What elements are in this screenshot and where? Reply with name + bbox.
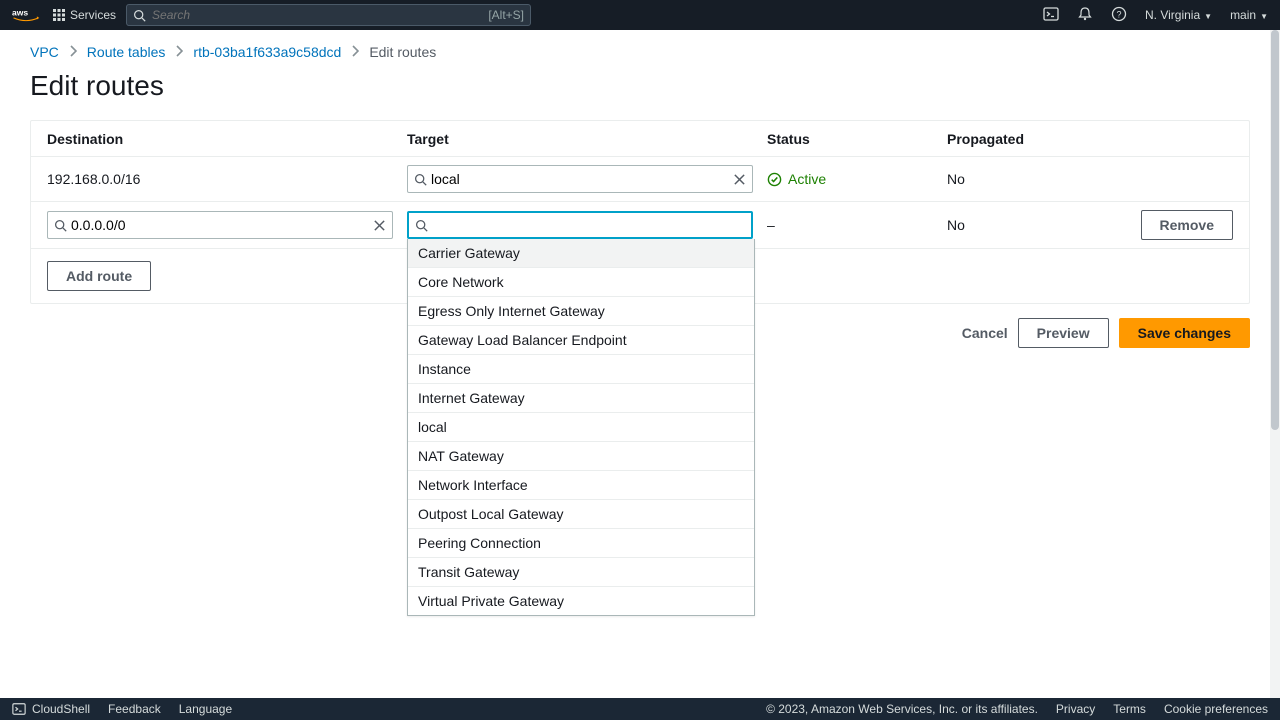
search-icon [133, 9, 146, 22]
col-destination: Destination [47, 131, 407, 147]
col-target: Target [407, 131, 767, 147]
footer-language[interactable]: Language [179, 702, 232, 716]
aws-logo[interactable]: aws [12, 6, 40, 25]
breadcrumb-route-tables[interactable]: Route tables [87, 44, 166, 60]
target-option[interactable]: Core Network [408, 267, 754, 296]
status-value: – [767, 217, 947, 233]
target-dropdown: Carrier Gateway Core Network Egress Only… [407, 239, 755, 616]
target-input[interactable] [428, 217, 745, 233]
target-option[interactable]: Egress Only Internet Gateway [408, 296, 754, 325]
breadcrumb-rtb-id[interactable]: rtb-03ba1f633a9c58dcd [193, 44, 341, 60]
destination-combo[interactable] [47, 211, 393, 239]
preview-button[interactable]: Preview [1018, 318, 1109, 348]
search-icon [414, 173, 427, 186]
account-selector[interactable]: main▼ [1230, 8, 1268, 22]
footer-cloudshell[interactable]: CloudShell [12, 702, 90, 716]
vertical-scrollbar[interactable] [1270, 30, 1280, 698]
global-search[interactable]: [Alt+S] [126, 4, 531, 26]
target-option[interactable]: Network Interface [408, 470, 754, 499]
footer: CloudShell Feedback Language © 2023, Ama… [0, 698, 1280, 720]
footer-terms[interactable]: Terms [1113, 702, 1146, 716]
svg-text:aws: aws [12, 7, 28, 17]
breadcrumb-vpc[interactable]: VPC [30, 44, 59, 60]
target-option[interactable]: Internet Gateway [408, 383, 754, 412]
footer-copyright: © 2023, Amazon Web Services, Inc. or its… [766, 702, 1038, 716]
target-option[interactable]: Instance [408, 354, 754, 383]
target-combo[interactable] [407, 165, 753, 193]
help-icon[interactable]: ? [1111, 6, 1127, 25]
target-option[interactable]: Peering Connection [408, 528, 754, 557]
cloudshell-icon[interactable] [1043, 6, 1059, 25]
routes-table: Destination Target Status Propagated 192… [30, 120, 1250, 304]
search-icon [54, 219, 67, 232]
footer-cookie[interactable]: Cookie preferences [1164, 702, 1268, 716]
target-option[interactable]: NAT Gateway [408, 441, 754, 470]
destination-text: 192.168.0.0/16 [47, 171, 407, 187]
add-route-button[interactable]: Add route [47, 261, 151, 291]
col-propagated: Propagated [947, 131, 1067, 147]
target-combo[interactable] [407, 211, 753, 239]
notifications-icon[interactable] [1077, 6, 1093, 25]
page-title: Edit routes [0, 64, 1280, 120]
target-option[interactable]: Carrier Gateway [408, 239, 754, 267]
top-nav: aws Services [Alt+S] ? N. Virginia▼ main… [0, 0, 1280, 30]
chevron-right-icon [175, 44, 183, 60]
destination-input[interactable] [67, 217, 373, 233]
target-option[interactable]: Outpost Local Gateway [408, 499, 754, 528]
breadcrumb: VPC Route tables rtb-03ba1f633a9c58dcd E… [0, 30, 1280, 64]
services-grid-icon[interactable] [52, 8, 66, 22]
target-option[interactable]: Transit Gateway [408, 557, 754, 586]
footer-feedback[interactable]: Feedback [108, 702, 161, 716]
target-option[interactable]: Virtual Private Gateway [408, 586, 754, 615]
services-link[interactable]: Services [70, 8, 116, 22]
breadcrumb-current: Edit routes [369, 44, 436, 60]
chevron-right-icon [69, 44, 77, 60]
save-button[interactable]: Save changes [1119, 318, 1250, 348]
propagated-value: No [947, 171, 1067, 187]
search-icon [415, 219, 428, 232]
check-circle-icon [767, 172, 782, 187]
target-input[interactable] [427, 171, 733, 187]
status-badge: Active [767, 171, 947, 187]
footer-privacy[interactable]: Privacy [1056, 702, 1095, 716]
table-row: 192.168.0.0/16 Active No [31, 157, 1249, 202]
cancel-button[interactable]: Cancel [962, 325, 1008, 341]
region-selector[interactable]: N. Virginia▼ [1145, 8, 1212, 22]
target-option[interactable]: Gateway Load Balancer Endpoint [408, 325, 754, 354]
remove-button[interactable]: Remove [1141, 210, 1233, 240]
col-status: Status [767, 131, 947, 147]
scrollbar-thumb[interactable] [1271, 30, 1279, 430]
search-hotkey: [Alt+S] [488, 8, 524, 22]
global-search-input[interactable] [152, 8, 488, 22]
table-row: Carrier Gateway Core Network Egress Only… [31, 202, 1249, 249]
clear-icon[interactable] [733, 173, 746, 186]
propagated-value: No [947, 217, 1067, 233]
cloudshell-icon [12, 702, 26, 716]
svg-text:?: ? [1116, 9, 1121, 19]
clear-icon[interactable] [373, 219, 386, 232]
chevron-right-icon [351, 44, 359, 60]
target-option[interactable]: local [408, 412, 754, 441]
